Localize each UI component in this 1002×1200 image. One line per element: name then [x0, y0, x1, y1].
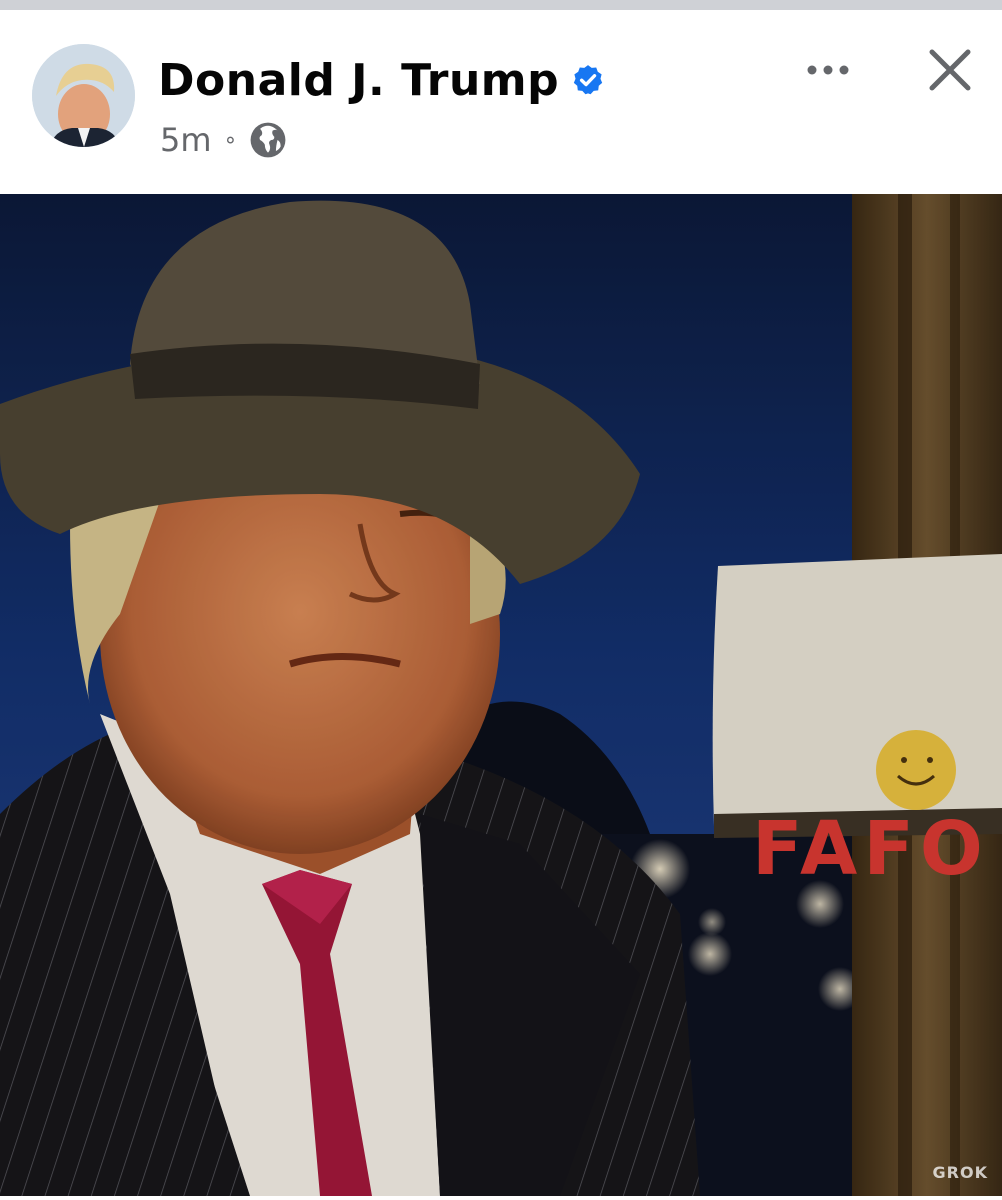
image-watermark: GROK [932, 1163, 988, 1182]
more-options-button[interactable] [798, 50, 858, 90]
author-avatar[interactable] [32, 44, 135, 147]
post-image[interactable]: FAFO GROK [0, 194, 1002, 1196]
close-icon [929, 49, 971, 91]
post-header: Donald J. Trump 5m ∘ [0, 10, 1002, 194]
author-name[interactable]: Donald J. Trump [158, 55, 559, 106]
post-meta: 5m ∘ [160, 120, 287, 160]
more-horizontal-icon [807, 65, 849, 75]
sign-text: FAFO [752, 806, 989, 892]
top-separator [0, 0, 1002, 10]
verified-badge-icon [571, 63, 605, 97]
meta-separator: ∘ [223, 127, 238, 153]
avatar-image [32, 44, 135, 147]
post-photo [0, 194, 1002, 1196]
bottom-strip [0, 1196, 1002, 1200]
post-timestamp[interactable]: 5m [160, 121, 212, 159]
globe-icon[interactable] [249, 121, 287, 159]
author-name-row: Donald J. Trump [158, 50, 605, 110]
close-button[interactable] [920, 40, 980, 100]
